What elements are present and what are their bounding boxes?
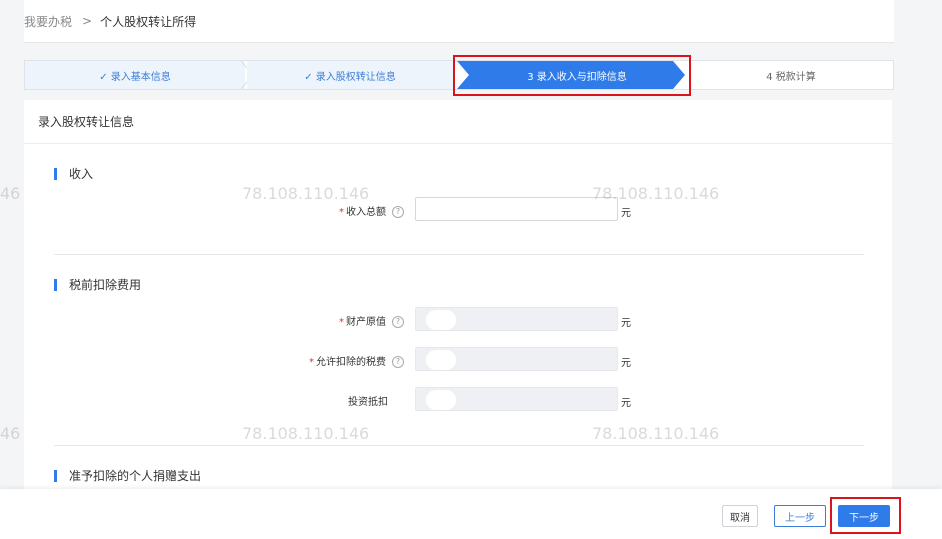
total-income-input[interactable]	[415, 197, 618, 221]
step-4-label: 4 税款计算	[766, 71, 816, 83]
step-2: ✓ 录入股权转让信息	[247, 61, 453, 89]
investment-offset-input[interactable]	[415, 387, 618, 411]
equity-transfer-form-card: 录入股权转让信息 收入 * 收入总额? 元 税前扣除费用 * 财产原值? 元 * 允许…	[24, 100, 892, 489]
current-step-highlight-box	[453, 55, 691, 96]
original-value-unit: 元	[621, 318, 631, 329]
step-4: 4 税款计算	[689, 61, 893, 89]
help-icon[interactable]: ?	[392, 316, 404, 328]
breadcrumb-home-link[interactable]: 我要办税	[24, 13, 72, 30]
required-mark: *	[309, 357, 314, 368]
section-income-title: 收入	[69, 167, 94, 181]
allowed-taxes-label-text: 允许扣除的税费	[316, 357, 386, 368]
investment-offset-label: 投资抵扣	[24, 393, 388, 408]
original-value-label-text: 财产原值	[346, 317, 386, 328]
breadcrumb: 我要办税 > 个人股权转让所得	[24, 0, 894, 43]
section-income-heading: 收入	[54, 165, 93, 182]
section-deductions-heading: 税前扣除费用	[54, 276, 141, 293]
card-title: 录入股权转让信息	[24, 100, 892, 144]
original-value-label: * 财产原值?	[24, 313, 404, 328]
previous-step-button[interactable]: 上一步	[774, 505, 826, 527]
investment-offset-label-text: 投资抵扣	[348, 397, 388, 408]
help-icon[interactable]: ?	[392, 356, 404, 368]
step-2-label: ✓ 录入股权转让信息	[304, 71, 396, 83]
allowed-taxes-label: * 允许扣除的税费?	[24, 353, 404, 368]
allowed-taxes-input[interactable]	[415, 347, 618, 371]
help-icon[interactable]: ?	[392, 206, 404, 218]
total-income-label-text: 收入总额	[346, 207, 386, 218]
allowed-taxes-unit: 元	[621, 358, 631, 369]
redacted-value	[426, 350, 456, 370]
redacted-value	[426, 310, 456, 330]
section-bar-icon	[54, 278, 57, 291]
step-1-label: ✓ 录入基本信息	[99, 71, 171, 83]
required-mark: *	[339, 317, 344, 328]
section-bar-icon	[54, 469, 57, 482]
next-button-highlight-box	[830, 497, 901, 534]
section-deductions-title: 税前扣除费用	[69, 278, 142, 292]
step-1: ✓ 录入基本信息	[25, 61, 245, 89]
redacted-value	[426, 390, 456, 410]
watermark-text: 46	[0, 184, 21, 203]
section-donation-title: 准予扣除的个人捐赠支出	[69, 469, 202, 483]
required-mark: *	[339, 207, 344, 218]
investment-offset-unit: 元	[621, 398, 631, 409]
section-divider	[54, 254, 864, 255]
section-bar-icon	[54, 167, 57, 180]
breadcrumb-current: 个人股权转让所得	[100, 14, 197, 29]
total-income-label: * 收入总额?	[24, 203, 404, 218]
watermark-text: 46	[0, 424, 21, 443]
footer-action-bar: 取消 上一步 下一步	[0, 489, 942, 539]
breadcrumb-separator: >	[82, 14, 93, 28]
redacted-value	[426, 200, 456, 220]
page: 我要办税 > 个人股权转让所得 ✓ 录入基本信息 ✓ 录入股权转让信息 3 录入…	[0, 0, 942, 539]
original-value-input[interactable]	[415, 307, 618, 331]
section-divider	[54, 445, 864, 446]
cancel-button[interactable]: 取消	[722, 505, 758, 527]
section-donation-heading: 准予扣除的个人捐赠支出	[54, 467, 201, 484]
total-income-unit: 元	[621, 208, 631, 219]
